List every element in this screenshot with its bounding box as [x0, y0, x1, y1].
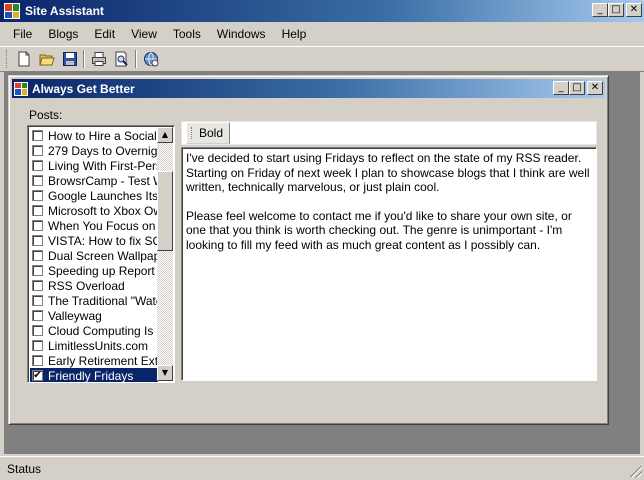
editor-toolbar: Bold [181, 121, 597, 145]
post-title: Speeding up Report Ca [48, 263, 158, 278]
list-item[interactable]: ✔ Friendly Fridays [30, 368, 158, 383]
list-item[interactable]: VISTA: How to fix SQL [30, 233, 158, 248]
resize-grip[interactable] [630, 466, 642, 478]
post-checkbox[interactable] [32, 265, 43, 276]
close-button[interactable]: ✕ [626, 3, 642, 17]
menu-blogs[interactable]: Blogs [40, 27, 86, 41]
menu-tools[interactable]: Tools [165, 27, 209, 41]
post-checkbox[interactable] [32, 310, 43, 321]
posts-label: Posts: [29, 108, 63, 122]
post-checkbox[interactable] [32, 295, 43, 306]
post-title: 279 Days to Overnight [48, 143, 158, 158]
post-checkbox[interactable] [32, 220, 43, 231]
list-item[interactable]: Google Launches Its O [30, 188, 158, 203]
post-checkbox[interactable] [32, 190, 43, 201]
list-item[interactable]: Early Retirement Extrem [30, 353, 158, 368]
post-editor[interactable]: I've decided to start using Fridays to r… [181, 147, 597, 381]
posts-checked-listbox[interactable]: How to Hire a Social M 279 Days to Overni… [27, 125, 175, 383]
list-item[interactable]: Cloud Computing Is Not [30, 323, 158, 338]
toolbar-separator [83, 50, 85, 68]
main-toolbar [0, 46, 644, 72]
menu-help[interactable]: Help [274, 27, 315, 41]
post-title: BrowsrCamp - Test We [48, 173, 158, 188]
menu-windows[interactable]: Windows [209, 27, 274, 41]
status-text: Status [7, 461, 42, 476]
statusbar: Status [0, 456, 644, 480]
maximize-button[interactable]: □ [608, 3, 624, 17]
post-title: How to Hire a Social M [48, 128, 158, 143]
post-title: Early Retirement Extrem [48, 353, 158, 368]
list-item[interactable]: BrowsrCamp - Test We [30, 173, 158, 188]
child-titlebar[interactable]: Always Get Better _ □ ✕ [12, 79, 605, 98]
child-minimize-button[interactable]: _ [553, 81, 569, 95]
list-item[interactable]: Living With First-Person [30, 158, 158, 173]
post-title: Microsoft to Xbox Owne [48, 203, 158, 218]
open-folder-icon[interactable] [35, 48, 58, 70]
minimize-button[interactable]: _ [592, 3, 608, 17]
list-item[interactable]: Dual Screen Wallpaper [30, 248, 158, 263]
bold-button-label: Bold [199, 126, 224, 140]
post-title: Dual Screen Wallpaper [48, 248, 158, 263]
print-preview-icon[interactable] [110, 48, 133, 70]
menu-view[interactable]: View [123, 27, 165, 41]
post-checkbox[interactable] [32, 160, 43, 171]
mdi-client-area: Always Get Better _ □ ✕ Posts: How to Hi… [4, 72, 640, 454]
post-checkbox[interactable] [32, 250, 43, 261]
new-document-icon[interactable] [12, 48, 35, 70]
post-checkbox[interactable] [32, 175, 43, 186]
post-checkbox[interactable] [32, 355, 43, 366]
post-title: LimitlessUnits.com [48, 338, 149, 353]
editor-paragraph: Please feel welcome to contact me if you… [186, 208, 572, 252]
list-item[interactable]: 279 Days to Overnight [30, 143, 158, 158]
list-item[interactable]: How to Hire a Social M [30, 128, 158, 143]
post-checkbox[interactable] [32, 325, 43, 336]
list-item[interactable]: Microsoft to Xbox Owne [30, 203, 158, 218]
menu-file[interactable]: File [5, 27, 40, 41]
editor-toolbar-grip [191, 127, 194, 139]
scroll-thumb[interactable] [157, 171, 173, 251]
post-title: The Traditional "Water [48, 293, 158, 308]
child-maximize-button[interactable]: □ [569, 81, 585, 95]
list-item[interactable]: The Traditional "Water [30, 293, 158, 308]
menubar: File Blogs Edit View Tools Windows Help [0, 22, 644, 46]
list-item[interactable]: RSS Overload [30, 278, 158, 293]
list-item[interactable]: LimitlessUnits.com [30, 338, 158, 353]
toolbar-separator [135, 50, 137, 68]
toolbar-grip[interactable] [6, 50, 9, 68]
help-globe-icon[interactable] [139, 48, 162, 70]
child-window-title: Always Get Better [32, 81, 135, 96]
editor-paragraph: I've decided to start using Fridays to r… [186, 151, 590, 194]
post-title: Valleywag [48, 308, 102, 323]
scroll-down-button[interactable]: ▼ [157, 365, 173, 381]
post-checkbox[interactable] [32, 235, 43, 246]
post-title: RSS Overload [48, 278, 125, 293]
posts-scrollbar[interactable]: ▲ ▼ [157, 127, 173, 381]
menu-edit[interactable]: Edit [86, 27, 123, 41]
child-window: Always Get Better _ □ ✕ Posts: How to Hi… [8, 75, 609, 425]
child-close-button[interactable]: ✕ [587, 81, 603, 95]
post-title: Friendly Fridays [48, 368, 134, 383]
post-title: Cloud Computing Is Not [48, 323, 158, 338]
scroll-up-button[interactable]: ▲ [157, 127, 173, 143]
post-checkbox[interactable] [32, 280, 43, 291]
app-icon [4, 3, 20, 19]
post-checkbox[interactable] [32, 340, 43, 351]
post-title: Google Launches Its O [48, 188, 158, 203]
list-item[interactable]: Speeding up Report Ca [30, 263, 158, 278]
post-checkbox[interactable] [32, 205, 43, 216]
print-icon[interactable] [87, 48, 110, 70]
app-titlebar[interactable]: Site Assistant _ □ ✕ [0, 0, 644, 22]
post-title: When You Focus on G [48, 218, 158, 233]
post-checkbox[interactable]: ✔ [32, 370, 43, 381]
app-title: Site Assistant [25, 4, 104, 18]
post-checkbox[interactable] [32, 145, 43, 156]
save-icon[interactable] [58, 48, 81, 70]
post-checkbox[interactable] [32, 130, 43, 141]
list-item[interactable]: When You Focus on G [30, 218, 158, 233]
list-item[interactable]: Valleywag [30, 308, 158, 323]
child-window-icon [14, 81, 28, 96]
post-title: Living With First-Person [48, 158, 158, 173]
post-title: VISTA: How to fix SQL [48, 233, 158, 248]
bold-button[interactable]: Bold [186, 122, 231, 144]
